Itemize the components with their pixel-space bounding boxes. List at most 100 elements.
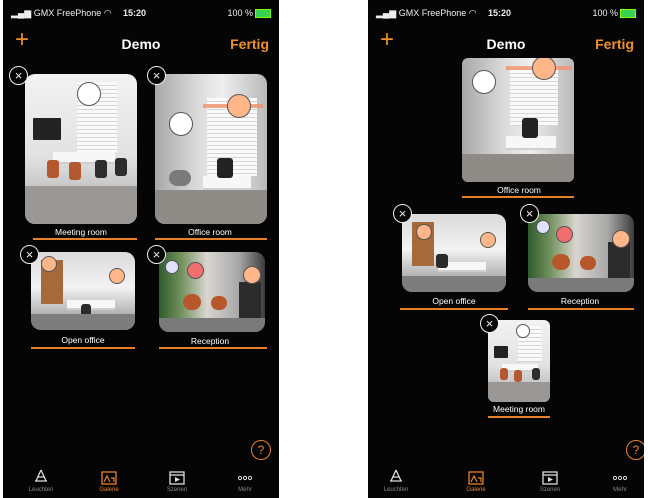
nav-bar: + Demo Fertig [3,26,279,58]
room-caption: Meeting room [55,227,107,237]
light-marker[interactable] [109,268,125,284]
room-tile-open-office[interactable]: Open office [27,252,139,350]
chair [532,368,540,380]
carrier-label: ▂▄▆ GMX FreePhone ◠ [11,8,112,18]
help-button[interactable]: ? [251,440,271,460]
battery-icon [255,9,271,19]
room-underline [33,238,137,240]
room-underline [31,347,135,349]
chair [47,160,59,178]
chair [514,370,522,382]
floor [159,318,265,332]
gallery-icon [89,468,129,486]
tab-leuchten[interactable]: Leuchten [376,468,416,494]
floor [462,154,574,182]
light-marker[interactable] [169,112,193,136]
room-photo [488,320,550,402]
room-caption: Open office [432,296,476,306]
help-button[interactable]: ? [626,440,644,460]
room-underline [159,347,267,349]
tab-bar: Leuchten Galerie Szenen Mehr [368,468,644,498]
floor [402,276,506,292]
room-tile-meeting[interactable]: Meeting room [23,74,139,242]
done-button[interactable]: Fertig [595,30,634,58]
nav-bar: + Demo Fertig [368,26,644,58]
light-marker[interactable] [612,230,630,248]
room-caption: Office room [497,185,541,195]
status-bar: ▂▄▆ GMX FreePhone ◠ 15:20 100 % [11,8,271,22]
floor [488,382,550,402]
chair [69,162,81,180]
light-marker[interactable] [472,70,496,94]
delete-room-button[interactable]: × [20,245,39,264]
room-underline [155,238,267,240]
light-marker[interactable] [556,226,573,243]
scene-icon [530,468,570,486]
delete-room-button[interactable]: × [520,204,539,223]
floor [31,314,135,330]
desk [67,300,115,310]
desk [203,176,251,190]
room-tile-reception[interactable]: Reception [151,252,269,350]
status-time: 15:20 [488,8,512,18]
phone-screen-left: ▂▄▆ GMX FreePhone ◠ 15:20 100 % + Demo F… [3,0,279,498]
room-tile-office[interactable]: Office room [460,58,578,200]
chair [115,158,127,176]
done-button[interactable]: Fertig [230,30,269,58]
light-marker[interactable] [480,232,496,248]
lamp-icon [21,468,61,486]
room-caption: Reception [190,336,230,346]
light-marker[interactable] [227,94,251,118]
tab-galerie[interactable]: Galerie [456,468,496,494]
gallery-icon [456,468,496,486]
carrier-label: ▂▄▆ GMX FreePhone ◠ [376,8,477,18]
chair [522,118,538,138]
armchair [169,170,191,186]
battery-icon [620,9,636,19]
delete-room-button[interactable]: × [480,314,499,333]
tab-szenen[interactable]: Szenen [530,468,570,494]
tab-bar: Leuchten Galerie Szenen Mehr [3,468,279,498]
floor [155,190,267,224]
chair [500,368,508,380]
light-marker[interactable] [536,220,550,234]
tab-mehr[interactable]: Mehr [225,468,265,494]
status-bar: ▂▄▆ GMX FreePhone ◠ 15:20 100 % [376,8,636,22]
room-caption: Reception [560,296,600,306]
room-underline [462,196,574,198]
tab-leuchten[interactable]: Leuchten [21,468,61,494]
room-tile-office[interactable]: Office room [151,74,269,242]
armchair [211,296,227,310]
floor [25,186,137,224]
light-marker[interactable] [516,324,530,338]
tab-galerie[interactable]: Galerie [89,468,129,494]
room-caption: Open office [61,335,105,345]
room-underline [400,308,508,310]
delete-room-button[interactable]: × [393,204,412,223]
light-marker[interactable] [243,266,261,284]
armchair [580,256,596,270]
light-marker[interactable] [77,82,101,106]
light-marker[interactable] [187,262,204,279]
room-photo [155,74,267,224]
tab-mehr[interactable]: Mehr [600,468,640,494]
room-caption: Meeting room [493,404,545,414]
delete-room-button[interactable]: × [9,66,28,85]
status-time: 15:20 [123,8,147,18]
scene-icon [157,468,197,486]
chair [217,158,233,178]
room-tile-open-office[interactable]: Open office [398,212,510,310]
tab-szenen[interactable]: Szenen [157,468,197,494]
light-marker[interactable] [165,260,179,274]
delete-room-button[interactable]: × [147,245,166,264]
chair [95,160,107,178]
light-marker[interactable] [41,256,57,272]
more-icon [600,468,640,486]
room-tile-reception[interactable]: Reception [524,212,636,310]
phone-screen-right: ▂▄▆ GMX FreePhone ◠ 15:20 100 % + Demo F… [368,0,644,498]
armchair [183,294,201,310]
delete-room-button[interactable]: × [147,66,166,85]
light-marker[interactable] [416,224,432,240]
room-photo [402,214,506,292]
room-tile-meeting[interactable]: Meeting room [484,320,554,420]
